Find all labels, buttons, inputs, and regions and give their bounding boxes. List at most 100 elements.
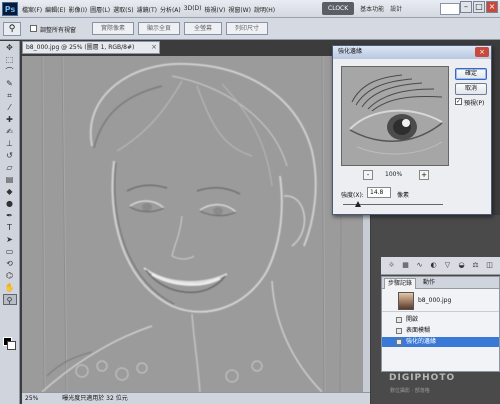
workspace-active[interactable]: CLOCK bbox=[322, 2, 355, 15]
app-logo: Ps bbox=[2, 2, 18, 16]
filter-dialog: 強化邊緣 × - 100% + 強度(X): 14.8 像素 確定 取消 ✓ 預… bbox=[332, 45, 492, 215]
maximize-icon[interactable]: □ bbox=[473, 1, 485, 13]
tool-preset-picker[interactable]: ⚲ bbox=[3, 22, 21, 36]
hue-icon[interactable]: ◒ bbox=[457, 261, 466, 270]
history-step-label: 強化的邊緣 bbox=[406, 338, 437, 345]
dialog-close-icon[interactable]: × bbox=[475, 47, 489, 57]
watermark-logo: DIGIPHOTO bbox=[389, 373, 456, 383]
marquee-tool-icon[interactable]: ⬚ bbox=[3, 54, 17, 65]
minimize-icon[interactable]: – bbox=[460, 1, 472, 13]
preview-label: 預視(P) bbox=[464, 100, 485, 107]
status-text: 曝光度只適用於 32 位元 bbox=[62, 395, 128, 402]
menu-help[interactable]: 說明(H) bbox=[254, 5, 275, 14]
fit-screen-button[interactable]: 顯示全頁 bbox=[138, 22, 180, 35]
options-bar: ⚲ 調整所有視窗 實際像素 顯示全頁 全螢幕 列印尺寸 bbox=[0, 18, 500, 40]
watermark-subtitle: 數位攝影 · 部落格 bbox=[390, 388, 430, 394]
quick-select-tool-icon[interactable]: ✎ bbox=[3, 78, 17, 89]
resize-windows-label: 調整所有視窗 bbox=[40, 27, 77, 34]
snapshot-label: b8_000.jpg bbox=[418, 297, 452, 304]
pen-tool-icon[interactable]: ✒ bbox=[3, 210, 17, 221]
gradient-tool-icon[interactable]: ▤ bbox=[3, 174, 17, 185]
document-title: b8_000.jpg @ 25% (圖層 1, RGB/8#) bbox=[26, 44, 135, 51]
menu-view[interactable]: 檢視(V) bbox=[205, 5, 226, 14]
menu-filter[interactable]: 濾鏡(T) bbox=[137, 5, 157, 14]
exposure-icon[interactable]: ◐ bbox=[429, 261, 438, 270]
brightness-icon[interactable]: ☼ bbox=[387, 261, 396, 270]
background-color-swatch[interactable] bbox=[7, 341, 16, 350]
balance-icon[interactable]: ⚖ bbox=[471, 261, 480, 270]
zoom-level[interactable]: 25% bbox=[25, 395, 38, 402]
history-step-surface-blur[interactable]: 表面模糊 bbox=[382, 326, 499, 336]
amount-label: 強度(X): bbox=[341, 192, 364, 199]
menu-edit[interactable]: 編輯(E) bbox=[45, 5, 65, 14]
ok-button[interactable]: 確定 bbox=[455, 68, 487, 80]
history-step-open[interactable]: 開啟 bbox=[382, 315, 499, 325]
curves-icon[interactable]: ∿ bbox=[415, 261, 424, 270]
menu-bar: Ps 檔案(F) 編輯(E) 影像(I) 圖層(L) 選取(S) 濾鏡(T) 分… bbox=[0, 0, 500, 18]
print-size-button[interactable]: 列印尺寸 bbox=[226, 22, 268, 35]
workspace-design[interactable]: 設計 bbox=[390, 4, 402, 13]
3d-camera-tool-icon[interactable]: ⌬ bbox=[3, 270, 17, 281]
menu-select[interactable]: 選取(S) bbox=[113, 5, 134, 14]
stamp-tool-icon[interactable]: ⊥ bbox=[3, 138, 17, 149]
menu-image[interactable]: 影像(I) bbox=[69, 5, 87, 14]
3d-rotate-tool-icon[interactable]: ⟲ bbox=[3, 258, 17, 269]
cancel-button[interactable]: 取消 bbox=[455, 83, 487, 95]
eraser-tool-icon[interactable]: ▱ bbox=[3, 162, 17, 173]
menu-analysis[interactable]: 分析(A) bbox=[160, 5, 181, 14]
zoom-icon[interactable]: ⚲ bbox=[2, 294, 17, 305]
filter-preview[interactable] bbox=[341, 66, 449, 166]
tab-close-icon[interactable]: × bbox=[151, 42, 157, 53]
history-panel: 步驟記錄 動作 b8_000.jpg 開啟 表面模糊 強化的邊緣 bbox=[381, 276, 500, 372]
preview-zoom-out-button[interactable]: - bbox=[363, 170, 373, 180]
amount-slider-thumb[interactable] bbox=[355, 201, 361, 207]
document-tab[interactable]: b8_000.jpg @ 25% (圖層 1, RGB/8#) × bbox=[22, 41, 160, 54]
preview-zoom-in-button[interactable]: + bbox=[419, 170, 429, 180]
brush-tool-icon[interactable]: ✍ bbox=[3, 126, 17, 137]
fill-screen-button[interactable]: 全螢幕 bbox=[184, 22, 222, 35]
amount-unit: 像素 bbox=[397, 192, 410, 199]
type-tool-icon[interactable]: T bbox=[3, 222, 17, 233]
snapshot-thumbnail bbox=[398, 292, 414, 310]
close-icon[interactable]: × bbox=[486, 1, 498, 13]
preview-checkbox[interactable]: ✓ bbox=[455, 98, 462, 105]
crop-tool-icon[interactable]: ⌗ bbox=[3, 90, 17, 101]
dodge-tool-icon[interactable]: ● bbox=[3, 198, 17, 209]
menu-list: 檔案(F) 編輯(E) 影像(I) 圖層(L) 選取(S) 濾鏡(T) 分析(A… bbox=[22, 5, 275, 14]
adjustments-strip: ☼ ▦ ∿ ◐ ▽ ◒ ⚖ ◫ bbox=[381, 257, 500, 275]
resize-windows-checkbox[interactable] bbox=[30, 25, 37, 32]
path-select-tool-icon[interactable]: ➤ bbox=[3, 234, 17, 245]
history-step-label: 表面模糊 bbox=[406, 327, 431, 334]
zoom-tool-icon: ⚲ bbox=[8, 24, 16, 34]
actual-pixels-button[interactable]: 實際像素 bbox=[92, 22, 134, 35]
workspace-essentials[interactable]: 基本功能 bbox=[360, 4, 384, 13]
photoshop-window: Ps 檔案(F) 編輯(E) 影像(I) 圖層(L) 選取(S) 濾鏡(T) 分… bbox=[0, 0, 500, 404]
tab-history[interactable]: 步驟記錄 bbox=[384, 278, 417, 289]
hand-tool-icon[interactable]: ✋ bbox=[3, 282, 17, 293]
mask-icon[interactable]: ◫ bbox=[485, 261, 494, 270]
vibrance-icon[interactable]: ▽ bbox=[443, 261, 452, 270]
eyedropper-tool-icon[interactable]: ⁄ bbox=[3, 102, 17, 113]
healing-tool-icon[interactable]: ✚ bbox=[3, 114, 17, 125]
filter-step-icon bbox=[396, 328, 402, 334]
tools-panel: ✥ ⬚ ⌒ ✎ ⌗ ⁄ ✚ ✍ ⊥ ↺ ▱ ▤ ◆ ● ✒ T ➤ ▭ ⟲ ⌬ … bbox=[0, 41, 20, 404]
blur-tool-icon[interactable]: ◆ bbox=[3, 186, 17, 197]
move-tool-icon[interactable]: ✥ bbox=[3, 42, 17, 53]
document-canvas[interactable] bbox=[22, 56, 362, 392]
window-controls: – □ × bbox=[460, 1, 498, 13]
history-snapshot[interactable]: b8_000.jpg bbox=[382, 290, 499, 312]
search-box[interactable] bbox=[440, 3, 460, 15]
menu-3d[interactable]: 3D(D) bbox=[184, 5, 202, 14]
edge-filtered-photo bbox=[22, 56, 362, 392]
shape-tool-icon[interactable]: ▭ bbox=[3, 246, 17, 257]
amount-input[interactable]: 14.8 bbox=[367, 187, 391, 198]
menu-file[interactable]: 檔案(F) bbox=[22, 5, 42, 14]
history-brush-tool-icon[interactable]: ↺ bbox=[3, 150, 17, 161]
history-step-enhance-edge[interactable]: 強化的邊緣 bbox=[382, 337, 499, 347]
menu-window[interactable]: 視窗(W) bbox=[228, 5, 251, 14]
menu-layer[interactable]: 圖層(L) bbox=[90, 5, 110, 14]
levels-icon[interactable]: ▦ bbox=[401, 261, 410, 270]
lasso-tool-icon[interactable]: ⌒ bbox=[3, 66, 17, 77]
tab-actions[interactable]: 動作 bbox=[420, 278, 438, 288]
dialog-title: 強化邊緣 bbox=[338, 48, 363, 55]
